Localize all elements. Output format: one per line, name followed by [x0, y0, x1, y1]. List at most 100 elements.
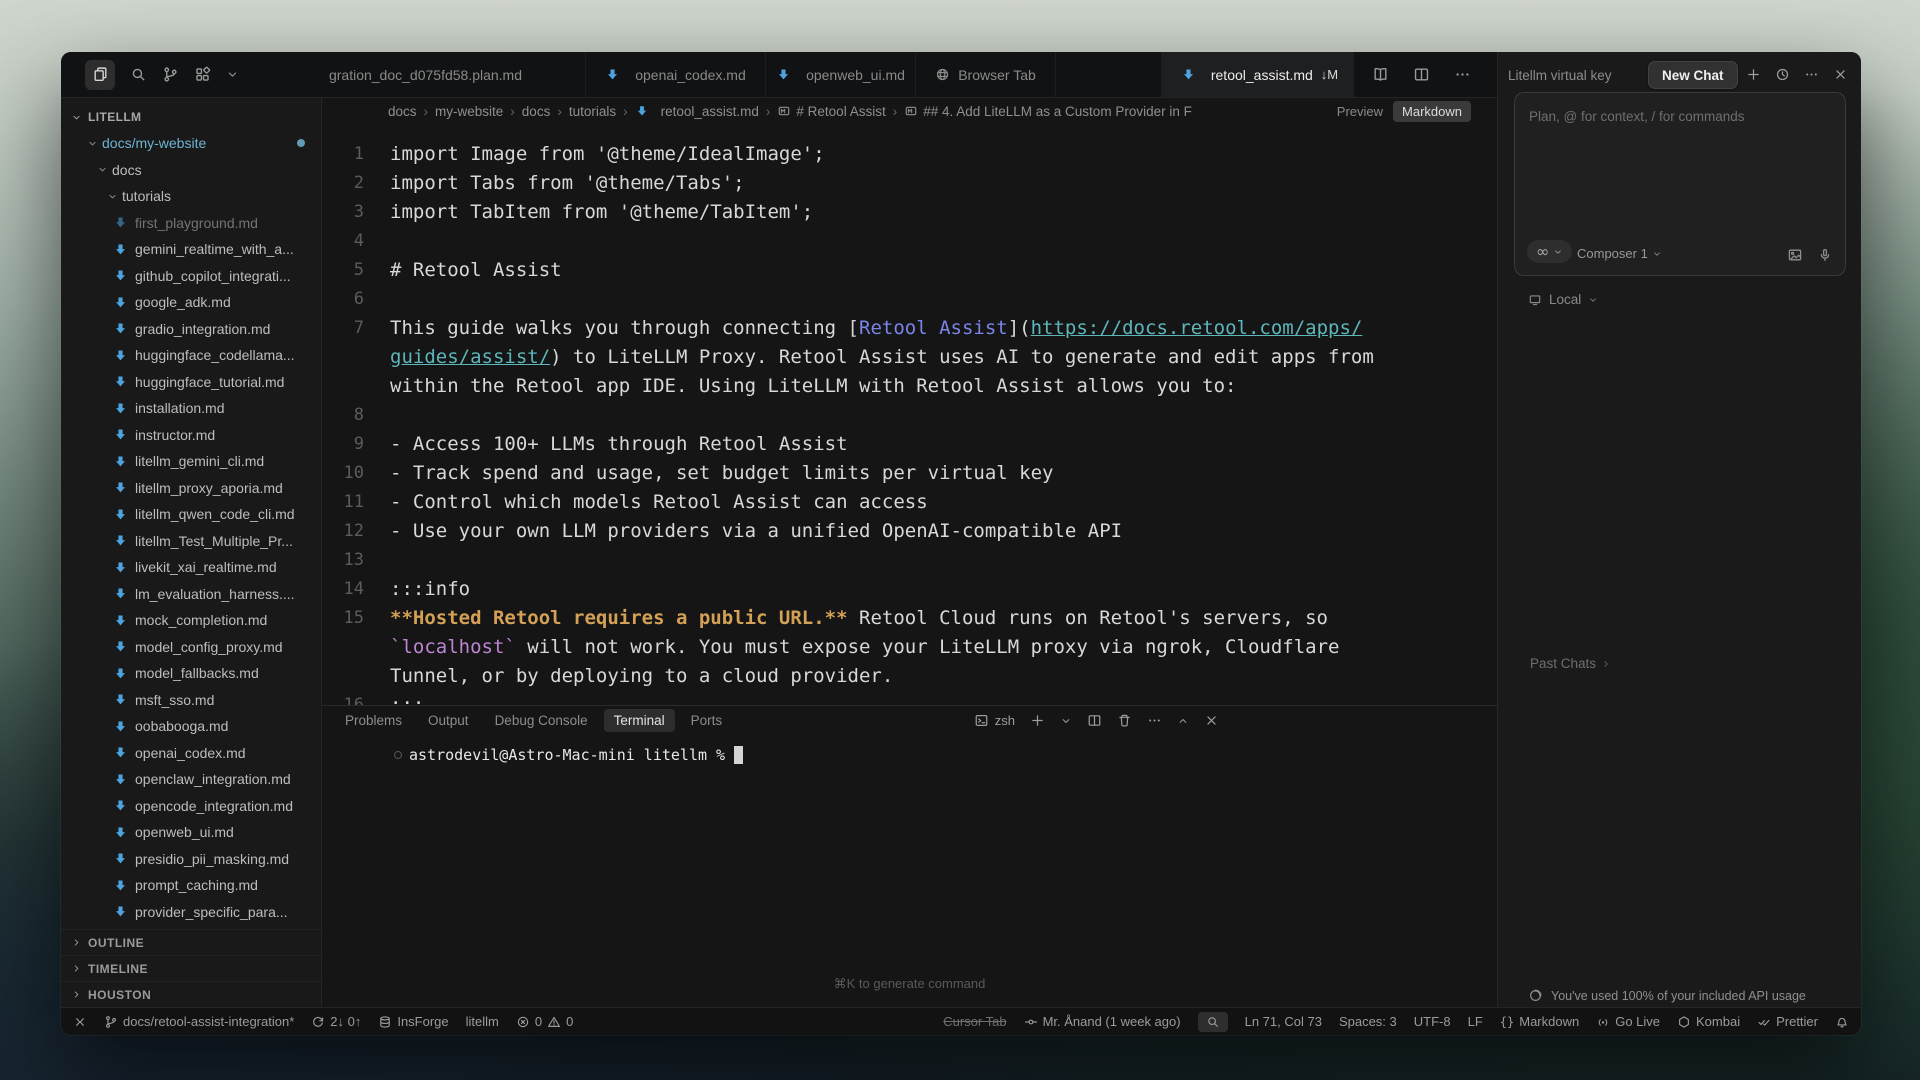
- tree-file-provider-specific-para-[interactable]: provider_specific_para...: [61, 899, 321, 926]
- breadcrumb-item[interactable]: docs: [522, 104, 551, 119]
- explorer-section-header[interactable]: LITELLM: [61, 98, 321, 130]
- new-chat-button[interactable]: New Chat: [1648, 61, 1738, 89]
- editor-more-button[interactable]: [1454, 66, 1471, 83]
- indentation[interactable]: Spaces: 3: [1339, 1014, 1397, 1029]
- past-chats-link[interactable]: Past Chats: [1530, 656, 1611, 671]
- sidebar-section-timeline[interactable]: TIMELINE: [61, 955, 321, 981]
- tree-file-mock-completion-md[interactable]: mock_completion.md: [61, 607, 321, 634]
- tree-file-msft-sso-md[interactable]: msft_sso.md: [61, 687, 321, 714]
- tree-file-presidio-pii-masking-md[interactable]: presidio_pii_masking.md: [61, 846, 321, 873]
- panel-tab-output[interactable]: Output: [428, 713, 469, 728]
- chat-tab-title[interactable]: Litellm virtual key: [1508, 68, 1612, 83]
- editor-tab-openai-codex-md[interactable]: openai_codex.md: [586, 52, 766, 97]
- kill-terminal-button[interactable]: [1117, 713, 1132, 728]
- tree-file-lm-evaluation-harness-[interactable]: lm_evaluation_harness....: [61, 581, 321, 608]
- terminal-prompt-line[interactable]: astrodevil@Astro-Mac-mini litellm %: [394, 746, 743, 764]
- chat-input[interactable]: Plan, @ for context, / for commands ∞ Co…: [1514, 92, 1846, 276]
- new-terminal-button[interactable]: [1030, 713, 1045, 728]
- cursor-position[interactable]: Ln 71, Col 73: [1245, 1014, 1322, 1029]
- voice-input-button[interactable]: [1817, 247, 1833, 263]
- add-chat-button[interactable]: [1746, 67, 1761, 82]
- breadcrumb-item[interactable]: docs: [388, 104, 417, 119]
- breadcrumb-item[interactable]: # Retool Assist: [777, 104, 885, 119]
- editor-tab-gration-doc-d075fd58-plan-md[interactable]: gration_doc_d075fd58.plan.md: [266, 52, 586, 97]
- tree-file-litellm-qwen-code-cli-md[interactable]: litellm_qwen_code_cli.md: [61, 501, 321, 528]
- tree-folder-tutorials[interactable]: tutorials: [61, 183, 321, 210]
- chat-close-button[interactable]: [1833, 67, 1848, 82]
- panel-tab-debug-console[interactable]: Debug Console: [495, 713, 588, 728]
- tree-file-openclaw-integration-md[interactable]: openclaw_integration.md: [61, 766, 321, 793]
- git-branch-indicator[interactable]: docs/retool-assist-integration*: [104, 1014, 294, 1029]
- tree-file-prompt-caching-md[interactable]: prompt_caching.md: [61, 872, 321, 899]
- extensions-icon[interactable]: [194, 66, 211, 83]
- tree-folder-docs-my-website[interactable]: docs/my-website: [61, 130, 321, 157]
- tree-file-opencode-integration-md[interactable]: opencode_integration.md: [61, 793, 321, 820]
- tree-folder-docs[interactable]: docs: [61, 157, 321, 184]
- problems-indicator[interactable]: 00: [516, 1014, 573, 1029]
- breadcrumb-item[interactable]: ## 4. Add LiteLLM as a Custom Provider i…: [904, 104, 1192, 119]
- language-mode[interactable]: {}Markdown: [1500, 1014, 1579, 1029]
- explorer-icon[interactable]: [85, 60, 115, 90]
- tree-file-huggingface-tutorial-md[interactable]: huggingface_tutorial.md: [61, 369, 321, 396]
- shell-selector[interactable]: zsh: [974, 713, 1015, 728]
- panel-tab-problems[interactable]: Problems: [345, 713, 402, 728]
- close-panel-button[interactable]: [1204, 713, 1219, 728]
- sync-indicator[interactable]: 2↓ 0↑: [311, 1014, 361, 1029]
- tree-file-litellm-test-multiple-pr-[interactable]: litellm_Test_Multiple_Pr...: [61, 528, 321, 555]
- preview-button[interactable]: [1372, 66, 1389, 83]
- source-control-icon[interactable]: [162, 66, 179, 83]
- tree-file-openai-codex-md[interactable]: openai_codex.md: [61, 740, 321, 767]
- tree-file-gemini-realtime-with-a-[interactable]: gemini_realtime_with_a...: [61, 236, 321, 263]
- go-live[interactable]: Go Live: [1596, 1014, 1660, 1029]
- breadcrumb-item[interactable]: my-website: [435, 104, 503, 119]
- context-selector[interactable]: Local: [1528, 292, 1598, 307]
- tree-file-livekit-xai-realtime-md[interactable]: livekit_xai_realtime.md: [61, 554, 321, 581]
- split-editor-button[interactable]: [1413, 66, 1430, 83]
- chat-history-button[interactable]: [1775, 67, 1790, 82]
- editor-pane[interactable]: 1import Image from '@theme/IdealImage';2…: [322, 124, 1497, 705]
- agent-mode-selector[interactable]: ∞: [1527, 240, 1572, 263]
- tree-file-litellm-proxy-aporia-md[interactable]: litellm_proxy_aporia.md: [61, 475, 321, 502]
- editor-tab-openweb-ui-md[interactable]: openweb_ui.md: [766, 52, 916, 97]
- remote-indicator[interactable]: [73, 1015, 87, 1029]
- editor-tab-retool-assist-md[interactable]: retool_assist.md↓M: [1161, 52, 1354, 97]
- breadcrumb-item[interactable]: tutorials: [569, 104, 616, 119]
- tree-file-model-fallbacks-md[interactable]: model_fallbacks.md: [61, 660, 321, 687]
- tree-file-instructor-md[interactable]: instructor.md: [61, 422, 321, 449]
- notifications[interactable]: [1835, 1015, 1849, 1029]
- search-icon[interactable]: [130, 66, 147, 83]
- maximize-panel-button[interactable]: [1177, 715, 1189, 727]
- tree-file-first-playground-md[interactable]: first_playground.md: [61, 210, 321, 237]
- tree-file-installation-md[interactable]: installation.md: [61, 395, 321, 422]
- tree-file-huggingface-codellama-[interactable]: huggingface_codellama...: [61, 342, 321, 369]
- prettier[interactable]: Prettier: [1757, 1014, 1818, 1029]
- terminal-more-button[interactable]: [1147, 713, 1162, 728]
- preview-toggle[interactable]: Preview: [1337, 104, 1383, 119]
- panel-tab-terminal[interactable]: Terminal: [604, 709, 675, 732]
- composer-selector[interactable]: Composer 1: [1577, 246, 1662, 261]
- tree-file-github-copilot-integrati-[interactable]: github_copilot_integrati...: [61, 263, 321, 290]
- litellm-indicator[interactable]: litellm: [466, 1014, 499, 1029]
- views-chevron-icon[interactable]: [226, 68, 239, 81]
- eol[interactable]: LF: [1468, 1014, 1483, 1029]
- insforge-indicator[interactable]: InsForge: [378, 1014, 448, 1029]
- attach-image-button[interactable]: [1787, 247, 1803, 263]
- chat-more-button[interactable]: [1804, 67, 1819, 82]
- tree-file-openweb-ui-md[interactable]: openweb_ui.md: [61, 819, 321, 846]
- cursor-tab-toggle[interactable]: Cursor Tab: [943, 1014, 1006, 1029]
- terminal-dropdown[interactable]: [1060, 715, 1072, 727]
- breadcrumb-item[interactable]: retool_assist.md: [635, 104, 759, 119]
- sidebar-section-outline[interactable]: OUTLINE: [61, 929, 321, 955]
- encoding[interactable]: UTF-8: [1414, 1014, 1451, 1029]
- tree-file-litellm-gemini-cli-md[interactable]: litellm_gemini_cli.md: [61, 448, 321, 475]
- panel-tab-ports[interactable]: Ports: [691, 713, 723, 728]
- tree-file-model-config-proxy-md[interactable]: model_config_proxy.md: [61, 634, 321, 661]
- kombai[interactable]: Kombai: [1677, 1014, 1740, 1029]
- markdown-mode-button[interactable]: Markdown: [1393, 101, 1471, 122]
- tree-file-gradio-integration-md[interactable]: gradio_integration.md: [61, 316, 321, 343]
- editor-tab-browser-tab[interactable]: Browser Tab: [916, 52, 1056, 97]
- split-terminal-button[interactable]: [1087, 713, 1102, 728]
- sidebar-section-houston[interactable]: HOUSTON: [61, 981, 321, 1007]
- tree-file-google-adk-md[interactable]: google_adk.md: [61, 289, 321, 316]
- search-toggle[interactable]: [1198, 1012, 1228, 1032]
